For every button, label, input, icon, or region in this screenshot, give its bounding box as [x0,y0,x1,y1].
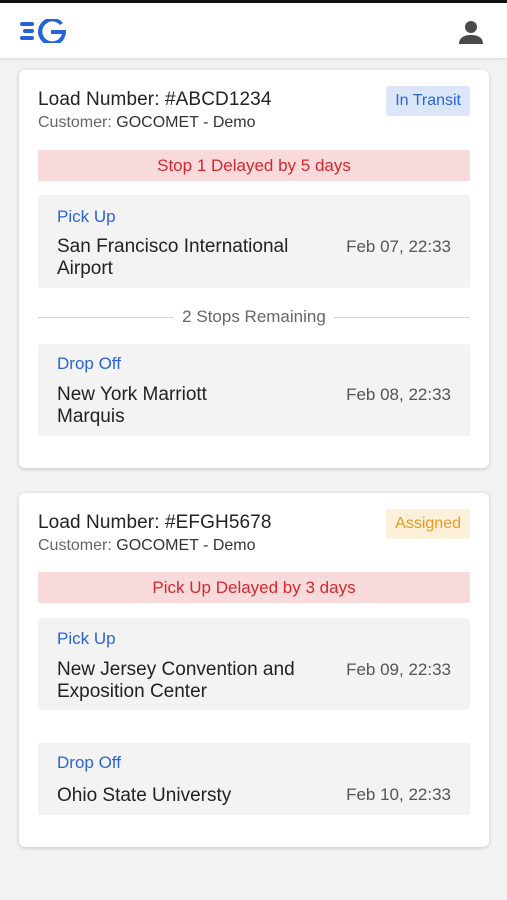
customer-label: Customer: [38,537,112,554]
customer-name: GOCOMET - Demo [116,114,256,131]
delay-alert: Pick Up Delayed by 3 days [38,572,470,603]
dropoff-stop[interactable]: Drop Off New York Marriott Marquis Feb 0… [38,344,470,436]
stop-type-label: Pick Up [57,629,116,648]
delay-alert: Stop 1 Delayed by 5 days [38,150,470,181]
stop-type-label: Drop Off [57,354,121,373]
customer-name: GOCOMET - Demo [116,537,256,554]
stop-datetime: Feb 08, 22:33 [346,385,451,404]
load-number: Load Number: #EFGH5678 [38,512,272,533]
stop-location: New Jersey Convention and Exposition Cen… [57,659,295,702]
stop-location: Ohio State Universty [57,785,232,806]
stop-type-label: Pick Up [57,207,116,226]
stops-remaining-text: 2 Stops Remaining [174,307,334,326]
customer-label: Customer: [38,114,112,131]
load-card[interactable]: Load Number: #ABCD1234 Customer: GOCOMET… [19,70,489,468]
pickup-stop[interactable]: Pick Up San Francisco International Airp… [38,195,470,288]
stop-datetime: Feb 10, 22:33 [346,785,451,804]
gocomet-logo-icon[interactable] [20,19,68,43]
pickup-stop[interactable]: Pick Up New Jersey Convention and Exposi… [38,618,470,710]
user-icon[interactable] [457,18,485,46]
status-badge: Assigned [386,509,470,539]
stop-location: San Francisco International Airport [57,236,289,279]
dropoff-stop[interactable]: Drop Off Ohio State Universty Feb 10, 22… [38,743,470,815]
customer-line: Customer: GOCOMET - Demo [38,114,256,132]
stop-type-label: Drop Off [57,753,121,772]
app-header [0,0,507,58]
stop-datetime: Feb 09, 22:33 [346,660,451,679]
status-badge: In Transit [386,86,470,116]
stop-location: New York Marriott Marquis [57,384,207,427]
load-card[interactable]: Load Number: #EFGH5678 Customer: GOCOMET… [19,493,489,847]
customer-line: Customer: GOCOMET - Demo [38,537,256,555]
stops-remaining-divider: 2 Stops Remaining [38,307,470,327]
stop-datetime: Feb 07, 22:33 [346,237,451,256]
load-number: Load Number: #ABCD1234 [38,89,272,110]
